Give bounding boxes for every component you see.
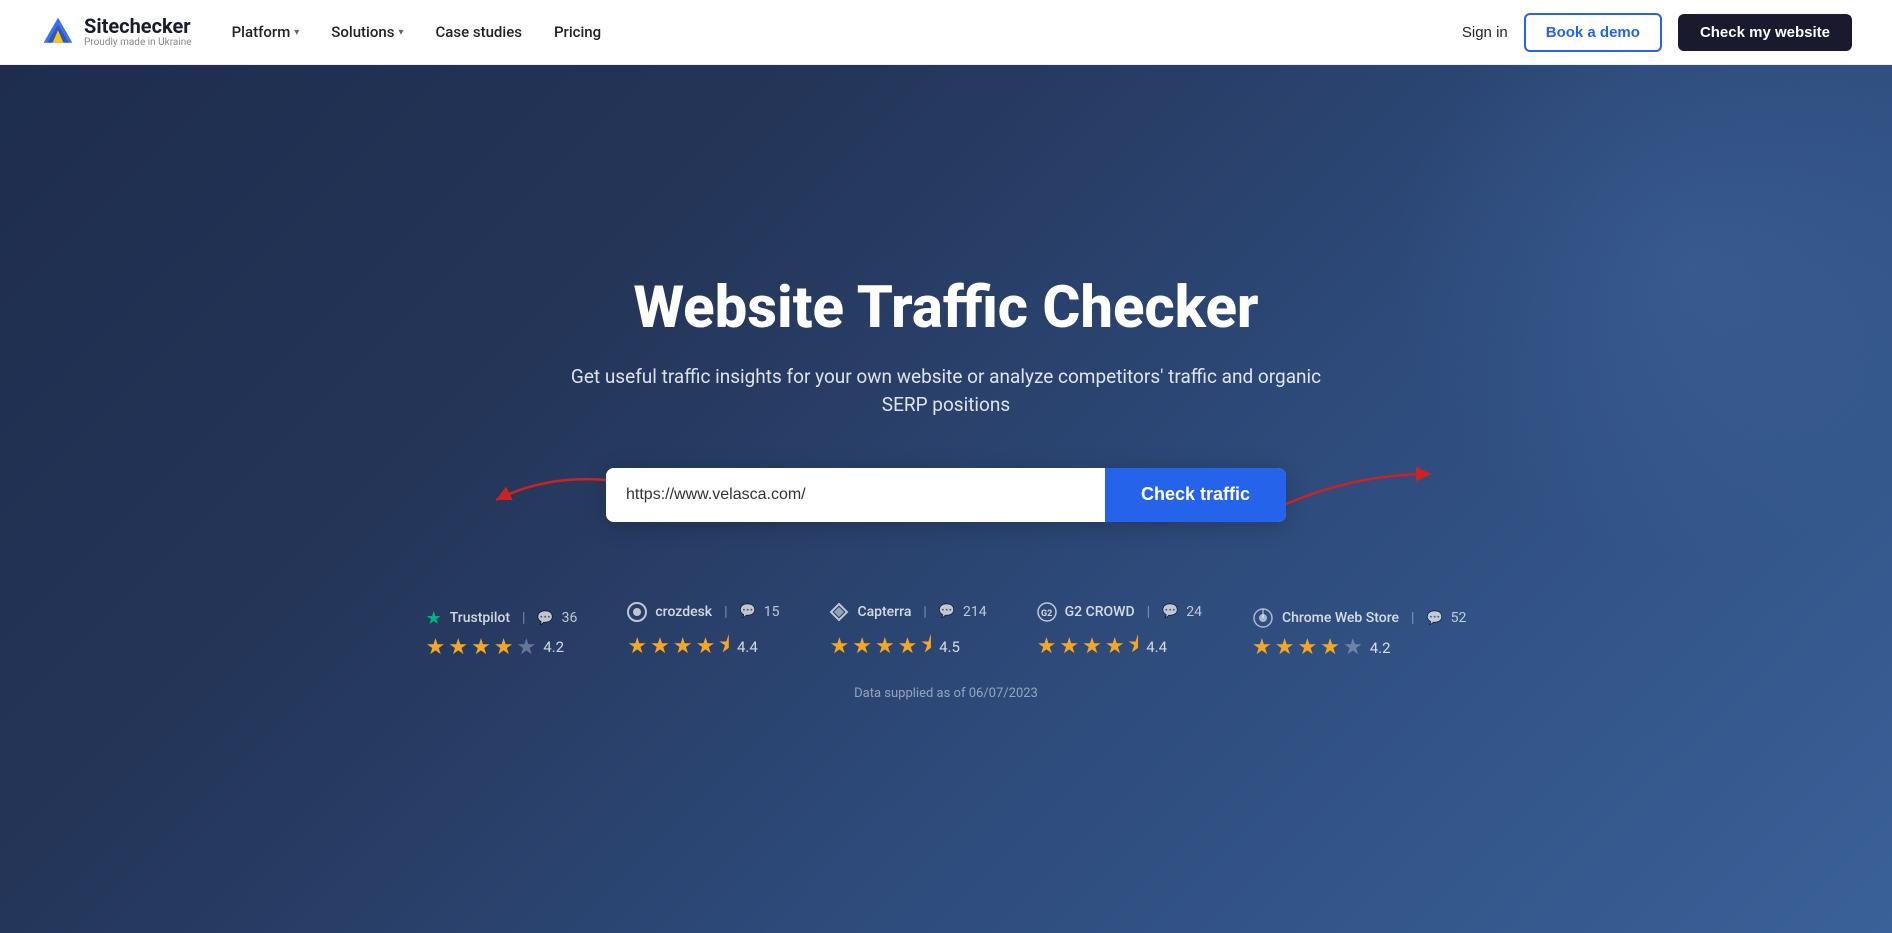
navbar-actions: Sign in Book a demo Check my website [1462, 13, 1852, 52]
chrome-web-store-label: Chrome Web Store [1282, 610, 1399, 626]
arrow-left-icon [486, 465, 616, 525]
star-empty: ★ [517, 635, 537, 660]
g2crowd-count: 24 [1186, 604, 1202, 620]
star-half: ⯨ [718, 628, 730, 666]
star-empty: ★ [1343, 635, 1363, 660]
data-supplied-text: Data supplied as of 06/07/2023 [854, 686, 1038, 701]
capterra-icon [829, 602, 849, 622]
search-container: Check traffic [606, 468, 1286, 522]
star-full: ★ [494, 635, 514, 660]
logo-tagline: Proudly made in Ukraine [84, 37, 192, 49]
chrome-web-store-count: 52 [1451, 610, 1467, 626]
comment-icon: 💬 [1426, 611, 1442, 626]
star-full: ★ [1082, 634, 1102, 659]
logo-name: Sitechecker [84, 15, 192, 37]
star-half: ⯨ [1128, 628, 1140, 666]
nav-pricing[interactable]: Pricing [554, 23, 601, 41]
chrome-web-store-score: 4.2 [1370, 639, 1391, 657]
star-full: ★ [1297, 635, 1317, 660]
g2crowd-icon: G2 [1037, 602, 1057, 622]
logo-link[interactable]: Sitechecker Proudly made in Ukraine [40, 14, 192, 50]
comment-icon: 💬 [1162, 604, 1178, 619]
nav-links: Platform ▾ Solutions ▾ Case studies Pric… [232, 23, 1462, 41]
crozdesk-count: 15 [764, 604, 780, 620]
star-full: ★ [898, 634, 918, 659]
star-full: ★ [829, 634, 849, 659]
navbar: Sitechecker Proudly made in Ukraine Plat… [0, 0, 1892, 65]
g2crowd-score: 4.4 [1146, 638, 1167, 656]
trustpilot-icon: ★ [426, 608, 442, 629]
trustpilot-count: 36 [562, 610, 578, 626]
rating-g2crowd: G2 G2 CROWD | 💬 24 ★ ★ ★ ★ ⯨ 4.4 [1037, 602, 1202, 666]
chevron-down-icon: ▾ [398, 27, 403, 38]
logo-text: Sitechecker Proudly made in Ukraine [84, 15, 192, 49]
check-website-button[interactable]: Check my website [1678, 14, 1852, 51]
hero-section: Website Traffic Checker Get useful traff… [0, 65, 1892, 933]
capterra-count: 214 [963, 604, 987, 620]
arrow-right-icon [1276, 454, 1446, 514]
star-full: ★ [650, 634, 670, 659]
star-half: ⯨ [920, 628, 932, 666]
trustpilot-score: 4.2 [543, 638, 564, 656]
nav-platform[interactable]: Platform ▾ [232, 23, 300, 41]
star-full: ★ [875, 634, 895, 659]
star-full: ★ [471, 635, 491, 660]
svg-text:G2: G2 [1041, 609, 1052, 619]
star-full: ★ [1037, 634, 1057, 659]
star-full: ★ [1059, 634, 1079, 659]
hero-subtitle: Get useful traffic insights for your own… [556, 363, 1336, 420]
ratings-bar: ★ Trustpilot | 💬 36 ★ ★ ★ ★ ★ 4.2 [426, 602, 1467, 666]
star-full: ★ [852, 634, 872, 659]
chrome-icon [1252, 607, 1274, 629]
sign-in-button[interactable]: Sign in [1462, 24, 1508, 41]
capterra-label: Capterra [857, 604, 911, 620]
star-full: ★ [448, 635, 468, 660]
chevron-down-icon: ▾ [294, 27, 299, 38]
comment-icon: 💬 [939, 604, 955, 619]
nav-case-studies[interactable]: Case studies [436, 23, 522, 41]
star-full: ★ [426, 635, 446, 660]
comment-icon: 💬 [537, 611, 553, 626]
hero-title: Website Traffic Checker [633, 277, 1258, 341]
star-full: ★ [673, 634, 693, 659]
star-full: ★ [1252, 635, 1272, 660]
trustpilot-label: Trustpilot [450, 610, 510, 626]
star-full: ★ [627, 634, 647, 659]
logo-icon [40, 14, 76, 50]
url-search-input[interactable] [606, 468, 1105, 522]
crozdesk-icon [627, 602, 647, 622]
star-full: ★ [1275, 635, 1295, 660]
rating-capterra: Capterra | 💬 214 ★ ★ ★ ★ ⯨ 4.5 [829, 602, 986, 666]
capterra-score: 4.5 [939, 638, 960, 656]
g2crowd-label: G2 CROWD [1065, 604, 1135, 620]
star-full: ★ [696, 634, 716, 659]
star-full: ★ [1320, 635, 1340, 660]
search-box: Check traffic [606, 468, 1286, 522]
check-traffic-button[interactable]: Check traffic [1105, 468, 1286, 522]
rating-crozdesk: crozdesk | 💬 15 ★ ★ ★ ★ ⯨ 4.4 [627, 602, 779, 666]
rating-chrome-web-store: Chrome Web Store | 💬 52 ★ ★ ★ ★ ★ 4.2 [1252, 607, 1466, 660]
nav-solutions[interactable]: Solutions ▾ [331, 23, 403, 41]
rating-trustpilot: ★ Trustpilot | 💬 36 ★ ★ ★ ★ ★ 4.2 [426, 608, 578, 660]
comment-icon: 💬 [740, 604, 756, 619]
book-demo-button[interactable]: Book a demo [1524, 13, 1662, 52]
crozdesk-score: 4.4 [737, 638, 758, 656]
crozdesk-label: crozdesk [655, 604, 712, 620]
star-full: ★ [1105, 634, 1125, 659]
